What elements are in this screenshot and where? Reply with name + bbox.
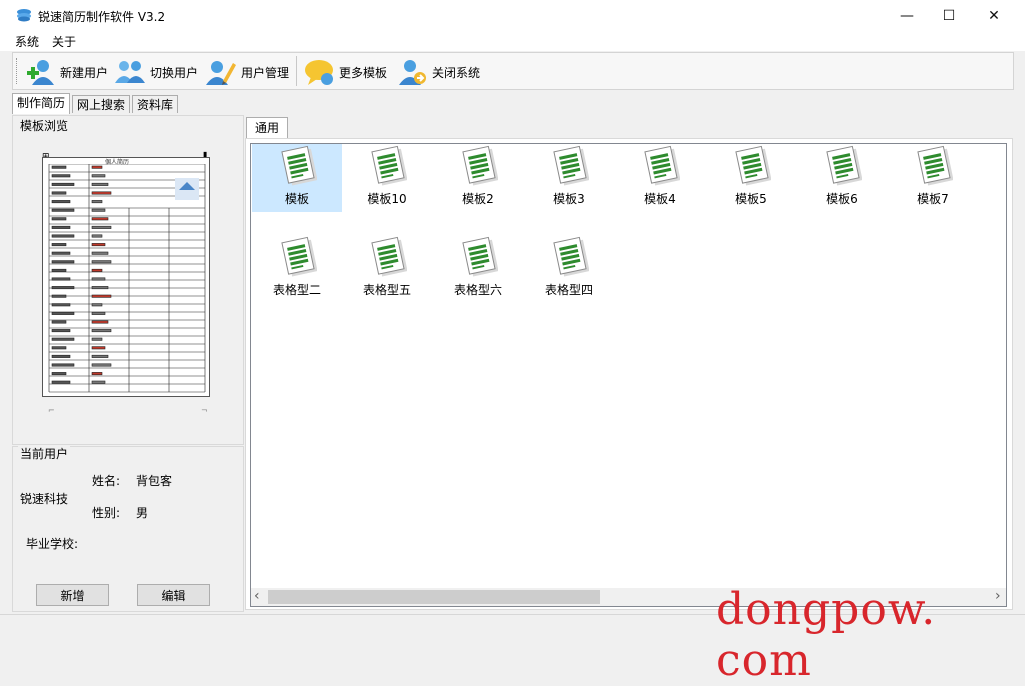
template-item[interactable]: 模板 bbox=[252, 144, 342, 212]
window-title: 锐速简历制作软件 V3.2 bbox=[38, 10, 166, 24]
switch-user-label: 切换用户 bbox=[150, 65, 199, 80]
minimize-button[interactable]: — bbox=[884, 0, 930, 31]
template-item[interactable]: 表格型二 bbox=[252, 235, 342, 303]
tab-online-search[interactable]: 网上搜索 bbox=[72, 95, 131, 113]
template-item[interactable]: 模板4 bbox=[615, 144, 705, 212]
resume-preview-thumbnail[interactable]: 個人简历 bbox=[42, 157, 210, 397]
document-icon bbox=[371, 145, 407, 186]
corner-mark-icon: ⌐ bbox=[48, 406, 55, 415]
gender-label: 性别: bbox=[92, 506, 121, 520]
template-label: 模板7 bbox=[917, 192, 949, 206]
document-icon bbox=[553, 145, 589, 186]
user-exit-icon bbox=[399, 60, 426, 85]
template-label: 模板5 bbox=[735, 192, 767, 206]
template-item[interactable]: 模板3 bbox=[524, 144, 614, 212]
document-icon bbox=[644, 145, 680, 186]
document-icon bbox=[281, 145, 317, 186]
close-button[interactable]: ✕ bbox=[971, 0, 1017, 31]
user-management-label: 用户管理 bbox=[241, 65, 290, 80]
school-label: 毕业学校: bbox=[26, 537, 79, 551]
template-label: 模板4 bbox=[644, 192, 676, 206]
template-label: 模板3 bbox=[553, 192, 585, 206]
document-icon bbox=[917, 145, 953, 186]
users-switch-icon bbox=[115, 61, 145, 83]
document-icon bbox=[462, 236, 498, 277]
template-item[interactable]: 模板7 bbox=[888, 144, 978, 212]
watermark: dongpow. com bbox=[716, 584, 937, 686]
tab-make-resume[interactable]: 制作简历 bbox=[12, 93, 71, 114]
document-icon bbox=[371, 236, 407, 277]
gender-value: 男 bbox=[136, 506, 149, 520]
template-item[interactable]: 表格型四 bbox=[524, 235, 614, 303]
template-item[interactable]: 模板2 bbox=[433, 144, 523, 212]
document-icon bbox=[462, 145, 498, 186]
document-icon bbox=[735, 145, 771, 186]
template-label: 表格型五 bbox=[362, 283, 411, 297]
template-item[interactable]: 模板6 bbox=[797, 144, 887, 212]
document-icon bbox=[826, 145, 862, 186]
corner-mark-icon: ¬ bbox=[201, 406, 208, 415]
chat-bubble-icon bbox=[305, 60, 333, 85]
toolbar-separator bbox=[296, 56, 297, 86]
edit-button[interactable]: 编辑 bbox=[137, 584, 210, 606]
template-item[interactable]: 表格型六 bbox=[433, 235, 523, 303]
toolbar-grip[interactable] bbox=[16, 58, 19, 84]
new-user-button[interactable]: 新建用户 bbox=[24, 57, 108, 87]
tab-general[interactable]: 通用 bbox=[246, 117, 289, 138]
resume-table-lines bbox=[48, 164, 206, 393]
menu-bar bbox=[0, 31, 1025, 51]
name-value: 背包客 bbox=[136, 474, 173, 488]
menu-system[interactable]: 系统 bbox=[15, 33, 39, 50]
template-item[interactable]: 表格型五 bbox=[342, 235, 432, 303]
horizontal-scroll-thumb[interactable] bbox=[268, 590, 600, 604]
close-system-label: 关闭系统 bbox=[432, 65, 481, 80]
close-system-button[interactable]: 关闭系统 bbox=[396, 57, 480, 87]
template-label: 表格型二 bbox=[272, 283, 321, 297]
template-label: 模板10 bbox=[367, 192, 407, 206]
user-add-icon bbox=[27, 60, 54, 85]
template-label: 模板6 bbox=[826, 192, 858, 206]
template-label: 模板2 bbox=[462, 192, 494, 206]
tab-library[interactable]: 资料库 bbox=[132, 95, 179, 113]
name-label: 姓名: bbox=[92, 474, 121, 488]
scroll-left-arrow-icon[interactable]: ‹ bbox=[254, 588, 260, 604]
current-user-caption: 当前用户 bbox=[18, 445, 71, 462]
maximize-button[interactable]: ☐ bbox=[926, 0, 972, 31]
template-preview-caption: 模板浏览 bbox=[18, 117, 71, 134]
new-user-label: 新建用户 bbox=[60, 65, 109, 80]
template-label: 表格型四 bbox=[544, 283, 593, 297]
app-icon bbox=[17, 9, 31, 22]
switch-user-button[interactable]: 切换用户 bbox=[114, 57, 198, 87]
company-name: 锐速科技 bbox=[20, 492, 69, 506]
user-edit-icon bbox=[206, 61, 236, 85]
template-item[interactable]: 模板10 bbox=[342, 144, 432, 212]
add-button[interactable]: 新增 bbox=[36, 584, 109, 606]
user-management-button[interactable]: 用户管理 bbox=[205, 57, 289, 87]
template-label: 模板 bbox=[284, 192, 309, 206]
document-icon bbox=[281, 236, 317, 277]
more-templates-button[interactable]: 更多模板 bbox=[303, 57, 387, 87]
template-list bbox=[250, 143, 1007, 607]
menu-about[interactable]: 关于 bbox=[52, 33, 76, 50]
template-item[interactable]: 模板5 bbox=[706, 144, 796, 212]
template-label: 表格型六 bbox=[453, 283, 502, 297]
document-icon bbox=[553, 236, 589, 277]
more-templates-label: 更多模板 bbox=[339, 65, 388, 80]
